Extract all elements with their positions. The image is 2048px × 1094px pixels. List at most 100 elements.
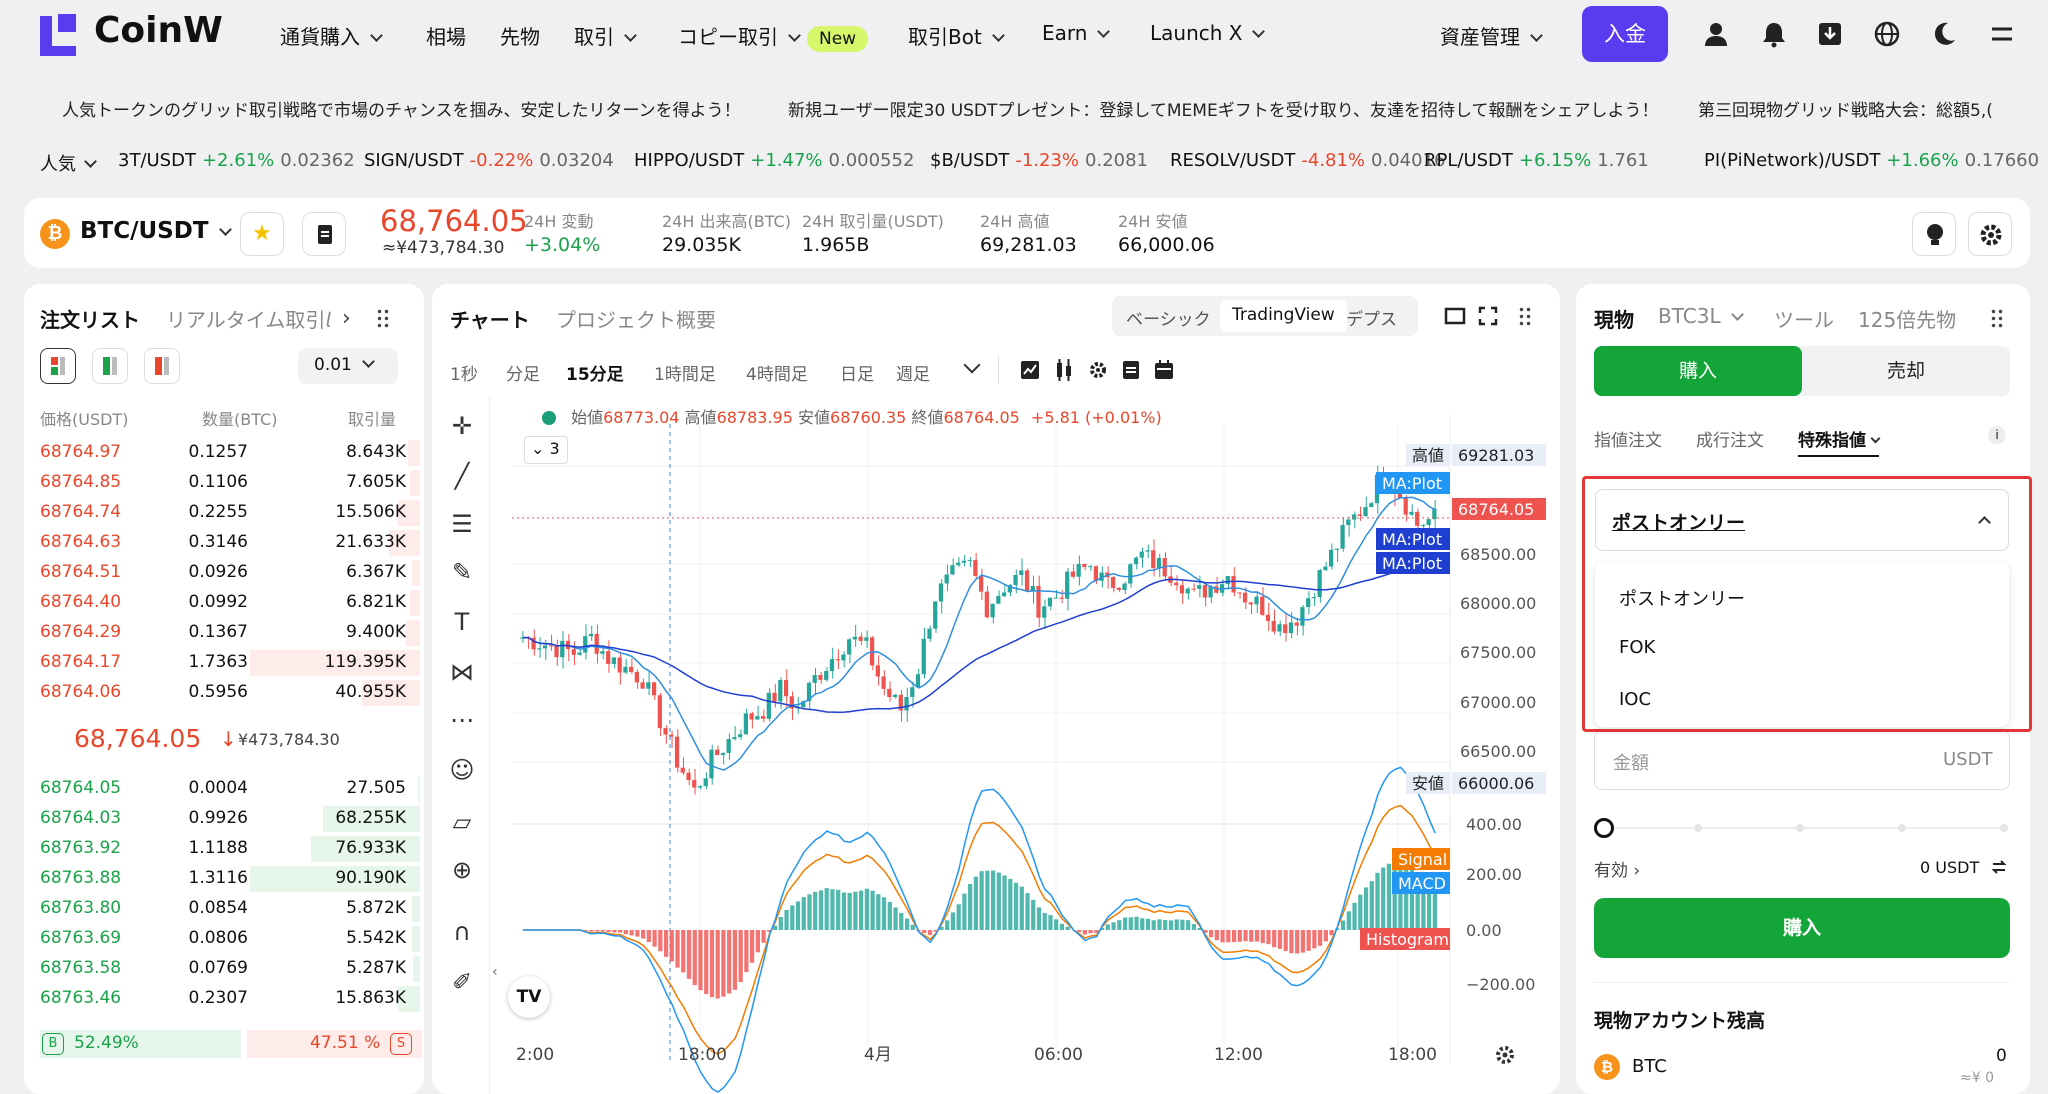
orderbook-price[interactable]: 68764.74: [40, 502, 121, 522]
orderbook-price[interactable]: 68764.51: [40, 562, 121, 582]
tab-futures[interactable]: 125倍先物: [1858, 304, 1956, 333]
coinw-logo[interactable]: [36, 10, 80, 58]
interval-5[interactable]: 日足: [840, 360, 874, 385]
info-button[interactable]: [302, 212, 346, 256]
orderbook-price[interactable]: 68764.85: [40, 472, 121, 492]
orderbook-price[interactable]: 68763.80: [40, 898, 121, 918]
nav-item-6[interactable]: Earn: [1042, 21, 1111, 45]
theme-button[interactable]: [1912, 212, 1956, 256]
orderbook-price[interactable]: 68764.29: [40, 622, 121, 642]
slider-handle[interactable]: [1594, 818, 1614, 838]
ticker-item[interactable]: PI(PiNetwork)/USDT +1.66% 0.17660: [1704, 150, 2039, 171]
emoji-icon[interactable]: ☺: [446, 754, 478, 786]
view-asks-button[interactable]: [144, 348, 180, 384]
assets-menu[interactable]: 資産管理: [1440, 21, 1543, 50]
submit-buy-button[interactable]: 購入: [1594, 898, 2010, 958]
interval-3[interactable]: 1時間足: [654, 360, 716, 385]
forecast-icon[interactable]: ⋯: [446, 704, 478, 736]
orderbook-price[interactable]: 68764.40: [40, 592, 121, 612]
tab-spot[interactable]: 現物: [1594, 304, 1634, 333]
download-icon[interactable]: [1816, 20, 1844, 48]
nav-item-1[interactable]: 相場: [426, 21, 466, 50]
buy-tab[interactable]: 購入: [1594, 346, 1802, 396]
orderbook-price[interactable]: 68764.03: [40, 808, 121, 828]
brush-icon[interactable]: ✎: [446, 556, 478, 588]
nav-item-4[interactable]: コピー取引 New: [678, 21, 869, 52]
special-order-select[interactable]: ポストオンリー: [1595, 489, 2009, 551]
orderbook-price[interactable]: 68763.46: [40, 988, 121, 1008]
crosshair-icon[interactable]: ✛: [446, 410, 478, 442]
interval-2[interactable]: 15分足: [566, 360, 624, 385]
orderbook-price[interactable]: 68763.58: [40, 958, 121, 978]
lock-draw-icon[interactable]: ✐: [446, 966, 478, 998]
slider-step[interactable]: [2000, 824, 2008, 832]
user-icon[interactable]: [1702, 20, 1730, 48]
orderbook-price[interactable]: 68764.97: [40, 442, 121, 462]
ticker-item[interactable]: RESOLV/USDT -4.81% 0.04016: [1170, 150, 1445, 171]
announcement-item[interactable]: 新規ユーザー限定30 USDTプレゼント：登録してMEMEギフトを受け取り、友達…: [788, 96, 1659, 121]
nav-item-5[interactable]: 取引Bot: [908, 21, 1005, 50]
interval-6[interactable]: 週足: [896, 360, 930, 385]
drag-handle-icon[interactable]: [1990, 308, 2004, 328]
nav-item-7[interactable]: Launch X: [1150, 21, 1266, 45]
tab-realtime-trades[interactable]: リアルタイム取引𝘭: [166, 304, 341, 333]
precision-select[interactable]: 0.01: [298, 348, 398, 384]
option-ioc[interactable]: IOC: [1619, 689, 1651, 710]
interval-0[interactable]: 1秒: [450, 360, 478, 385]
bell-icon[interactable]: [1760, 20, 1788, 48]
tab-btc3l[interactable]: BTC3L: [1658, 304, 1744, 328]
option-post-only[interactable]: ポストオンリー: [1619, 585, 1745, 611]
orderbook-price[interactable]: 68764.05: [40, 778, 121, 798]
ruler-icon[interactable]: ▱: [446, 806, 478, 838]
dark-mode-icon[interactable]: [1930, 20, 1958, 48]
amount-input[interactable]: 金額 USDT: [1594, 730, 2010, 790]
settings-button[interactable]: [1968, 212, 2012, 256]
ticker-item[interactable]: RPL/USDT +6.15% 1.761: [1424, 150, 1649, 171]
ticker-item[interactable]: HIPPO/USDT +1.47% 0.000552: [634, 150, 914, 171]
text-icon[interactable]: T: [446, 606, 478, 638]
ticker-item[interactable]: $B/USDT -1.23% 0.2081: [930, 150, 1148, 171]
favorite-button[interactable]: ★: [240, 212, 284, 256]
ticker-item[interactable]: 3T/USDT +2.61% 0.02362: [118, 150, 355, 171]
interval-1[interactable]: 分足: [506, 360, 540, 385]
chart-gear-icon[interactable]: [1494, 1044, 1516, 1066]
zoom-in-icon[interactable]: ⊕: [446, 854, 478, 886]
amount-slider[interactable]: [1594, 818, 2010, 838]
announcement-item[interactable]: 人気トークンのグリッド取引戦略で市場のチャンスを掴み、安定したリターンを得よう！: [62, 96, 741, 121]
option-fok[interactable]: FOK: [1619, 637, 1655, 658]
order-type-market[interactable]: 成行注文: [1696, 426, 1764, 451]
tab-tools[interactable]: ツール: [1774, 304, 1834, 333]
order-type-limit[interactable]: 指値注文: [1594, 426, 1662, 451]
tab-orderbook[interactable]: 注文リスト: [40, 304, 140, 333]
orderbook-price[interactable]: 68764.17: [40, 652, 121, 672]
transfer-icon[interactable]: [1990, 858, 2008, 876]
nav-item-0[interactable]: 通貨購入: [280, 21, 383, 50]
view-both-button[interactable]: [40, 348, 76, 384]
orderbook-price[interactable]: 68763.88: [40, 868, 121, 888]
interval-4[interactable]: 4時間足: [746, 360, 808, 385]
horizontal-lines-icon[interactable]: ☰: [446, 508, 478, 540]
announcement-item[interactable]: 第三回現物グリッド戦略大会：総額5,(: [1698, 96, 2048, 121]
slider-step[interactable]: [1694, 824, 1702, 832]
drag-handle-icon[interactable]: [376, 308, 390, 328]
pattern-icon[interactable]: ⋈: [446, 656, 478, 688]
slider-step[interactable]: [1796, 824, 1804, 832]
price-chart[interactable]: 69500.0069000.0068500.0068000.0067500.00…: [432, 284, 1560, 1094]
slider-step[interactable]: [1898, 824, 1906, 832]
pair-selector[interactable]: BTC/USDT: [80, 218, 232, 244]
trendline-icon[interactable]: ╱: [446, 460, 478, 492]
order-type-special[interactable]: 特殊指値: [1798, 426, 1881, 457]
available-label[interactable]: 有効 ›: [1594, 856, 1640, 881]
view-bids-button[interactable]: [92, 348, 128, 384]
orderbook-price[interactable]: 68763.92: [40, 838, 121, 858]
ticker-category[interactable]: 人気: [40, 150, 97, 176]
chevron-right-icon[interactable]: ›: [342, 306, 351, 331]
deposit-button[interactable]: 入金: [1582, 6, 1668, 62]
menu-icon[interactable]: [1988, 20, 2016, 48]
ticker-item[interactable]: SIGN/USDT -0.22% 0.03204: [364, 150, 614, 171]
orderbook-price[interactable]: 68763.69: [40, 928, 121, 948]
nav-item-3[interactable]: 取引: [574, 21, 637, 50]
orderbook-price[interactable]: 68764.06: [40, 682, 121, 702]
orderbook-price[interactable]: 68764.63: [40, 532, 121, 552]
magnet-icon[interactable]: ∩: [446, 916, 478, 948]
